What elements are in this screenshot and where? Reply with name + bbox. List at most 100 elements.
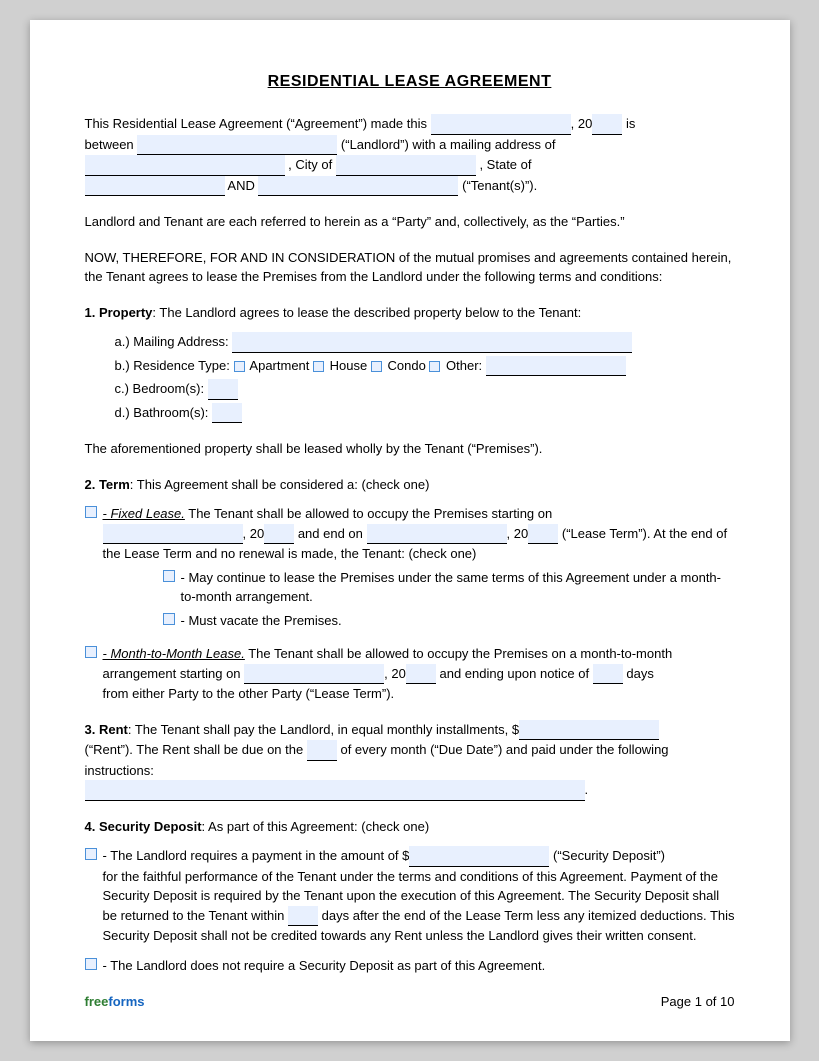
bathrooms-field[interactable] xyxy=(212,403,242,424)
state-label: , State of xyxy=(479,157,531,172)
apartment-label: Apartment xyxy=(249,358,309,373)
house-checkbox[interactable] xyxy=(313,361,324,372)
section2-month-block: - Month-to-Month Lease. The Tenant shall… xyxy=(85,644,735,704)
other-label: Other: xyxy=(446,358,482,373)
other-checkbox[interactable] xyxy=(429,361,440,372)
fixed-lease-checkbox[interactable] xyxy=(85,506,97,518)
and-label: AND xyxy=(227,178,254,193)
rent-period: . xyxy=(585,782,589,797)
fixed-lease-label: - Fixed Lease. xyxy=(103,506,185,521)
year-label: 20 xyxy=(578,116,592,131)
month-start-date-field[interactable] xyxy=(244,664,384,685)
house-label: House xyxy=(330,358,368,373)
fixed-lease-text: The Tenant shall be allowed to occupy th… xyxy=(185,506,552,521)
bedrooms-field[interactable] xyxy=(208,379,238,400)
year-field[interactable] xyxy=(592,114,622,135)
apartment-checkbox[interactable] xyxy=(234,361,245,372)
property-address-field[interactable] xyxy=(232,332,632,353)
landlord-label: (“Landlord”) with a mailing address of xyxy=(341,137,556,152)
month-days-field[interactable] xyxy=(593,664,623,685)
landlord-name-field[interactable] xyxy=(137,135,337,156)
fixed-and-end: and end on xyxy=(298,526,363,541)
fixed-lease-line: - Fixed Lease. The Tenant shall be allow… xyxy=(85,504,735,634)
fixed-option1-line: - May continue to lease the Premises und… xyxy=(163,568,735,607)
security-deposit-option2-text: - The Landlord does not require a Securi… xyxy=(103,956,546,976)
security-deposit-option2-checkbox[interactable] xyxy=(85,958,97,970)
month-ending: and ending upon notice of xyxy=(439,666,589,681)
fixed-option1-checkbox[interactable] xyxy=(163,570,175,582)
intro-line1-start: This Residential Lease Agreement (“Agree… xyxy=(85,116,428,131)
mailing-address-field[interactable] xyxy=(85,155,285,176)
fixed-year-a-field[interactable] xyxy=(264,524,294,545)
bedrooms-label: c.) Bedroom(s): xyxy=(115,381,205,396)
section2-text: : This Agreement shall be considered a: … xyxy=(130,477,430,492)
city-field[interactable] xyxy=(336,155,476,176)
fixed-option2-checkbox[interactable] xyxy=(163,613,175,625)
fixed-options: - May continue to lease the Premises und… xyxy=(103,568,735,631)
state-field[interactable] xyxy=(85,176,225,197)
security-deposit-option1-start: - The Landlord requires a payment in the… xyxy=(103,848,410,863)
rent-instructions-field[interactable] xyxy=(85,780,585,801)
security-deposit-label: (“Security Deposit”) xyxy=(553,848,665,863)
month-20: 20 xyxy=(391,666,405,681)
premises-closing: The aforementioned property shall be lea… xyxy=(85,439,735,459)
section2-fixed-block: - Fixed Lease. The Tenant shall be allow… xyxy=(85,504,735,634)
bathrooms-item: d.) Bathroom(s): xyxy=(115,403,735,424)
between-label: between xyxy=(85,137,134,152)
security-deposit-amount-field[interactable] xyxy=(409,846,549,867)
condo-label: Condo xyxy=(387,358,425,373)
fixed-start-date-field[interactable] xyxy=(103,524,243,545)
fixed-option2-line: - Must vacate the Premises. xyxy=(163,611,735,631)
brand: freeforms xyxy=(85,992,145,1012)
rent-close: (“Rent”). The Rent shall be due on the xyxy=(85,742,304,757)
security-return-days-field[interactable] xyxy=(288,906,318,927)
brand-free: free xyxy=(85,994,109,1009)
month-lease-checkbox[interactable] xyxy=(85,646,97,658)
document-footer: freeforms Page 1 of 10 xyxy=(85,992,735,1012)
section2-header-line: 2. Term: This Agreement shall be conside… xyxy=(85,475,735,495)
property-address-item: a.) Mailing Address: xyxy=(115,332,735,353)
month-lease-label: - Month-to-Month Lease. xyxy=(103,646,245,661)
rent-amount-field[interactable] xyxy=(519,720,659,741)
condo-checkbox[interactable] xyxy=(371,361,382,372)
section1-items: a.) Mailing Address: b.) Residence Type:… xyxy=(85,332,735,423)
section3-text: : The Tenant shall pay the Landlord, in … xyxy=(128,722,519,737)
month-year-field[interactable] xyxy=(406,664,436,685)
section4-option2-block: - The Landlord does not require a Securi… xyxy=(85,956,735,976)
section4-header: 4. Security Deposit xyxy=(85,819,202,834)
fixed-year-b-field[interactable] xyxy=(528,524,558,545)
fixed-lease-content: - Fixed Lease. The Tenant shall be allow… xyxy=(103,504,735,634)
section4-header-line: 4. Security Deposit: As part of this Agr… xyxy=(85,817,735,837)
rent-due-day-field[interactable] xyxy=(307,740,337,761)
section2-header: 2. Term xyxy=(85,477,130,492)
fixed-option1-text: - May continue to lease the Premises und… xyxy=(181,568,735,607)
document-title: RESIDENTIAL LEASE AGREEMENT xyxy=(85,70,735,94)
brand-forms: forms xyxy=(108,994,144,1009)
intro-paragraph: This Residential Lease Agreement (“Agree… xyxy=(85,114,735,196)
section3-block: 3. Rent: The Tenant shall pay the Landlo… xyxy=(85,720,735,801)
fixed-20b: 20 xyxy=(514,526,528,541)
section1-header-line: 1. Property: The Landlord agrees to leas… xyxy=(85,303,735,323)
section4-text: : As part of this Agreement: (check one) xyxy=(202,819,430,834)
section3-header: 3. Rent xyxy=(85,722,128,737)
page-number: Page 1 of 10 xyxy=(661,992,735,1012)
bathrooms-label: d.) Bathroom(s): xyxy=(115,405,209,420)
section1-text: : The Landlord agrees to lease the descr… xyxy=(152,305,581,320)
address-label: a.) Mailing Address: xyxy=(115,334,229,349)
fixed-20a: 20 xyxy=(250,526,264,541)
security-deposit-option1-checkbox[interactable] xyxy=(85,848,97,860)
security-deposit-option1-content: - The Landlord requires a payment in the… xyxy=(103,846,735,946)
fixed-end-date-field[interactable] xyxy=(367,524,507,545)
month-days-label: days xyxy=(626,666,653,681)
now-therefore: NOW, THEREFORE, FOR AND IN CONSIDERATION… xyxy=(85,248,735,287)
date-field[interactable] xyxy=(431,114,571,135)
month-close: from either Party to the other Party (“L… xyxy=(103,686,395,701)
tenant-label: (“Tenant(s)”). xyxy=(462,178,537,193)
tenant-name-field[interactable] xyxy=(258,176,458,197)
other-field[interactable] xyxy=(486,356,626,377)
month-lease-content: - Month-to-Month Lease. The Tenant shall… xyxy=(103,644,735,704)
fixed-option2-text: - Must vacate the Premises. xyxy=(181,611,342,631)
security-deposit-option1-line: - The Landlord requires a payment in the… xyxy=(85,846,735,946)
month-lease-line: - Month-to-Month Lease. The Tenant shall… xyxy=(85,644,735,704)
section1-header: 1. Property xyxy=(85,305,153,320)
